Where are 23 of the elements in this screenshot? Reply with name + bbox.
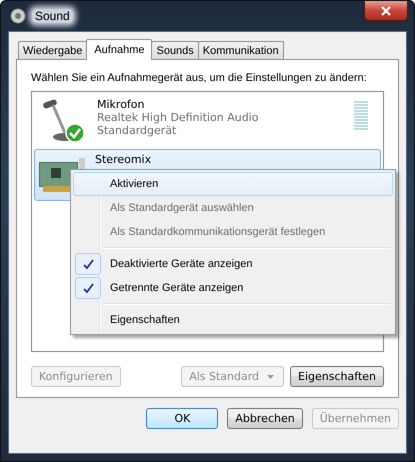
instruction-text: Wählen Sie ein Aufnahmegerät aus, um die Einstellungen zu ändern: xyxy=(31,72,368,84)
close-icon xyxy=(381,6,391,16)
menu-item[interactable]: Deaktivierte Geräte anzeigen xyxy=(73,252,393,276)
menu-item[interactable]: Eigenschaften xyxy=(73,308,393,332)
level-meter-icon xyxy=(354,101,368,130)
device-detail: Realtek High Definition Audio xyxy=(97,111,260,124)
tab[interactable]: Kommunikation xyxy=(198,41,284,59)
button[interactable]: Eigenschaften xyxy=(290,366,384,387)
menu-item[interactable]: Aktivieren xyxy=(73,172,393,196)
tab[interactable]: Wiedergabe xyxy=(18,41,88,59)
tab[interactable]: Aufnahme xyxy=(86,39,152,60)
close-button[interactable] xyxy=(364,1,408,21)
window-title: Sound xyxy=(32,9,73,23)
speaker-icon xyxy=(10,8,26,24)
device-name: Stereomix xyxy=(95,153,152,166)
button[interactable]: Abbrechen xyxy=(227,408,303,429)
caret-icon xyxy=(264,372,276,380)
button[interactable]: OK xyxy=(146,408,218,429)
device-name: Mikrofon xyxy=(97,98,146,111)
tab[interactable]: Sounds xyxy=(151,41,199,59)
device-detail: Standardgerät xyxy=(97,124,178,137)
menu-item[interactable]: Getrennte Geräte anzeigen xyxy=(73,276,393,300)
device-item[interactable]: Mikrofon Realtek High Definition Audio Standardgerät xyxy=(34,94,381,146)
